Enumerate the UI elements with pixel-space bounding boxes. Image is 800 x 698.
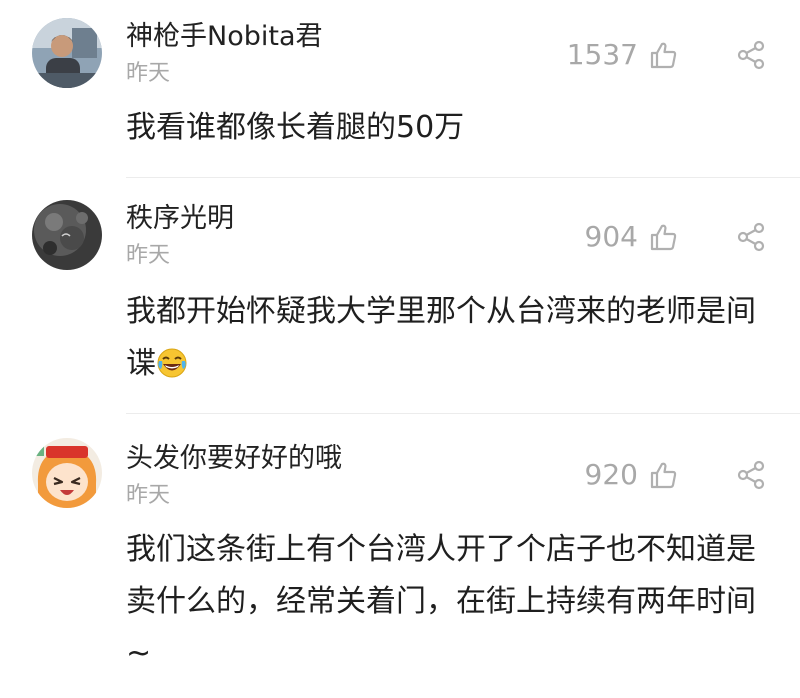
share-icon[interactable] [735, 39, 767, 71]
thumbs-up-icon[interactable] [648, 222, 678, 252]
timestamp: 昨天 [126, 243, 171, 268]
like-count: 904 [584, 220, 638, 253]
comment-text: 我都开始怀疑我大学里那个从台湾来的老师是间谍 [126, 286, 776, 390]
comment-item: 神枪手Nobita君 昨天 1537 我看谁都像长着腿的50万 [0, 0, 800, 178]
username[interactable]: 秩序光明 [126, 202, 234, 236]
laughing-tears-emoji-icon [157, 348, 187, 378]
username[interactable]: 神枪手Nobita君 [126, 20, 323, 54]
comment-text-body: 我都开始怀疑我大学里那个从台湾来的老师是间谍 [126, 294, 756, 381]
like-count: 1537 [566, 38, 638, 71]
comment-item: 秩序光明 昨天 904 我都开始怀疑我大学里那个从台湾来的老师是间谍 [0, 178, 800, 414]
username[interactable]: 头发你要好好的哦 [126, 442, 342, 476]
timestamp: 昨天 [126, 483, 171, 508]
share-icon[interactable] [735, 221, 767, 253]
comment-text: 我们这条街上有个台湾人开了个店子也不知道是卖什么的，经常关着门，在街上持续有两年… [126, 532, 756, 671]
thumbs-up-icon[interactable] [648, 40, 678, 70]
avatar[interactable] [32, 18, 102, 88]
avatar[interactable] [32, 438, 102, 508]
share-icon[interactable] [735, 459, 767, 491]
comment-item: 头发你要好好的哦 昨天 920 我们这条街上有个台湾人开了个店子也不知道是卖什么… [0, 414, 800, 698]
thumbs-up-icon[interactable] [648, 460, 678, 490]
comment-text: 我看谁都像长着腿的50万 [126, 110, 465, 145]
timestamp: 昨天 [126, 61, 171, 86]
avatar[interactable] [32, 200, 102, 270]
like-count: 920 [584, 458, 638, 491]
